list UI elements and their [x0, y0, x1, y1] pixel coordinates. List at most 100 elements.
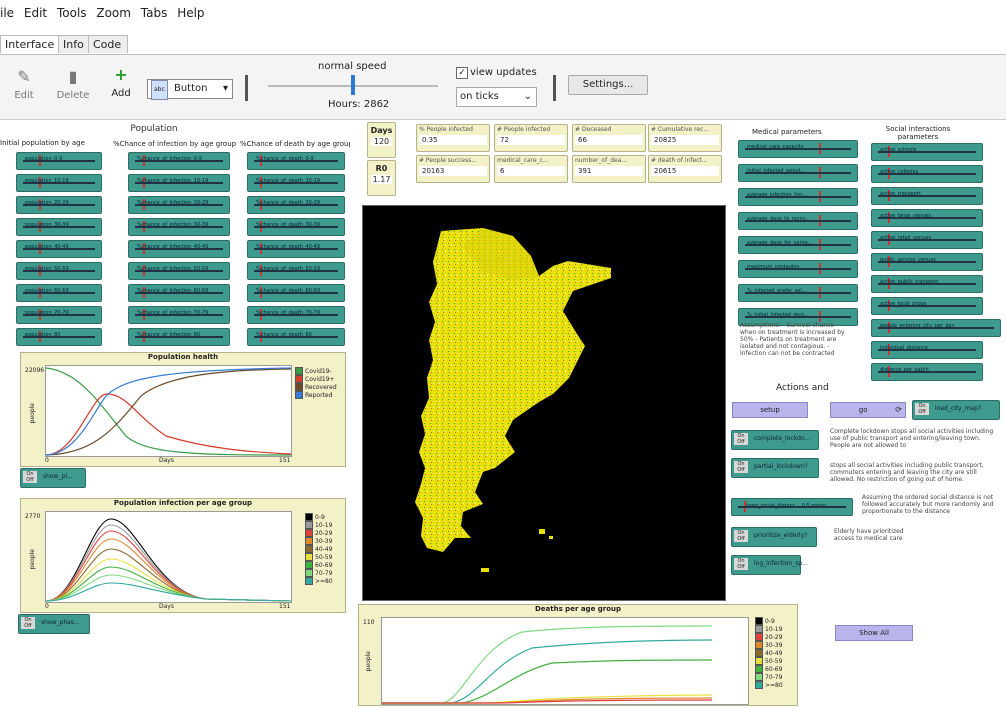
- stat-monitor: # Cumulative rec... 20825: [648, 124, 722, 152]
- complete-lockdown-switch[interactable]: On Off complete_lockdo...: [731, 430, 819, 450]
- population-slider[interactable]: population_50-59: [16, 262, 102, 280]
- population-slider[interactable]: population_60-69: [16, 284, 102, 302]
- show-all-button[interactable]: Show All: [835, 625, 913, 641]
- stat-monitor: % People infected 0.35: [416, 124, 490, 152]
- infection-chance-slider[interactable]: %chance_of_infection_50-59: [128, 262, 230, 280]
- slider-label: active_schools: [880, 147, 917, 153]
- stat-monitor: # Deceased 66: [572, 124, 646, 152]
- plot-area: [381, 617, 749, 705]
- load-city-map-switch[interactable]: On Off load_city_map?: [912, 400, 1000, 420]
- menu-tabs[interactable]: Tabs: [141, 6, 168, 20]
- show-plot-switch[interactable]: On Off show_pl...: [20, 468, 86, 488]
- social-parameter-slider[interactable]: individual_distance: [871, 341, 983, 359]
- monitor-label: # Cumulative rec...: [651, 126, 710, 133]
- tab-info[interactable]: Info: [58, 35, 92, 53]
- death-chance-slider[interactable]: %chance_of_death_60-69: [247, 284, 345, 302]
- slider-label: average_days_to_recov...: [747, 216, 810, 222]
- infection-chance-slider[interactable]: %chance_of_infection_80: [128, 328, 230, 346]
- social-parameter-slider[interactable]: active_colleges: [871, 165, 983, 183]
- infection-chance-slider[interactable]: %chance_of_infection_60-69: [128, 284, 230, 302]
- medical-parameter-slider[interactable]: average_days_to_recov...: [738, 212, 858, 230]
- population-slider[interactable]: population_10-19: [16, 174, 102, 192]
- speed-slider-handle[interactable]: [351, 75, 355, 95]
- population-slider[interactable]: population_70-79: [16, 306, 102, 324]
- assumptions-note: Assumptions: - Survival chance when on t…: [740, 322, 845, 357]
- slider-label: %chance_of_death_10-19: [256, 178, 321, 184]
- add-button[interactable]: + Add: [108, 65, 134, 99]
- population-slider[interactable]: population_30-39: [16, 218, 102, 236]
- series-20-29: [45, 530, 292, 602]
- partial-lockdown-switch[interactable]: On Off partial_lockdown?: [731, 458, 819, 478]
- menu-edit[interactable]: Edit: [24, 6, 47, 20]
- delete-button[interactable]: ▮ Delete: [54, 67, 92, 101]
- series-covid-positive: [45, 393, 292, 456]
- infection-chance-slider[interactable]: %chance_of_infection_70-79: [128, 306, 230, 324]
- world-view[interactable]: [362, 205, 726, 601]
- death-chance-slider[interactable]: %chance_of_death_10-19: [247, 174, 345, 192]
- social-parameter-slider[interactable]: active_transport: [871, 187, 983, 205]
- social-parameter-slider[interactable]: active_large_venues: [871, 209, 983, 227]
- death-chance-slider[interactable]: %chance_of_death_50-59: [247, 262, 345, 280]
- stat-monitor: # People infected 72: [494, 124, 568, 152]
- medical-parameter-slider[interactable]: %_infected_prefer_sel...: [738, 284, 858, 302]
- legend-label: 50-59: [765, 657, 783, 665]
- menu-file[interactable]: ile: [0, 6, 14, 20]
- social-parameter-slider[interactable]: active_local_shops: [871, 297, 983, 315]
- update-mode-select[interactable]: on ticks ⌄: [456, 87, 537, 107]
- medical-parameter-slider[interactable]: average_infection_tim...: [738, 188, 858, 206]
- medical-parameter-slider[interactable]: average_days_for_conta...: [738, 236, 858, 254]
- social-parameter-slider[interactable]: distance_per_patch: [871, 363, 983, 381]
- legend-swatch: [755, 665, 763, 673]
- menu-zoom[interactable]: Zoom: [96, 6, 131, 20]
- population-slider[interactable]: population_40-49: [16, 240, 102, 258]
- legend-item: 10-19: [755, 625, 783, 633]
- medical-parameter-slider[interactable]: initial_infected_popul...: [738, 164, 858, 182]
- chevron-down-icon: ⌄: [523, 91, 532, 102]
- death-chance-slider[interactable]: %chance_of_death_30-39: [247, 218, 345, 236]
- legend-item: Reported: [295, 391, 337, 399]
- log-infection-switch[interactable]: On Off log_infection_sp...: [731, 555, 808, 575]
- edit-button[interactable]: ✎ Edit: [10, 67, 38, 101]
- death-chance-slider[interactable]: %chance_of_death_70-79: [247, 306, 345, 324]
- social-parameter-slider[interactable]: public_service_venues: [871, 253, 983, 271]
- medical-parameter-slider[interactable]: medical_care_capacity: [738, 140, 858, 158]
- infection-chance-slider[interactable]: %chance_of_infection_30-39: [128, 218, 230, 236]
- deaths-curves: [382, 625, 713, 704]
- population-slider[interactable]: population_0-9: [16, 152, 102, 170]
- social-parameter-slider[interactable]: active_retail_venues: [871, 231, 983, 249]
- slider-label: maximum_contagion: [747, 264, 800, 270]
- tab-code[interactable]: Code: [88, 35, 128, 53]
- medical-parameter-slider[interactable]: maximum_contagion: [738, 260, 858, 278]
- view-updates-checkbox[interactable]: ✓: [456, 67, 468, 79]
- death-chance-slider[interactable]: %chance_of_death_40-49: [247, 240, 345, 258]
- go-button[interactable]: go ⟳: [830, 402, 906, 418]
- infection-chance-slider[interactable]: %chance_of_infection_20-29: [128, 196, 230, 214]
- population-slider[interactable]: population_20-29: [16, 196, 102, 214]
- infection-per-age-plot: Population infection per age group 2770 …: [20, 498, 346, 613]
- death-chance-slider[interactable]: %chance_of_death_80: [247, 328, 345, 346]
- social-parameter-slider[interactable]: active_schools: [871, 143, 983, 161]
- setup-button[interactable]: setup: [732, 402, 808, 418]
- infection-chance-slider[interactable]: %chance_of_infection_10-19: [128, 174, 230, 192]
- infection-chance-slider[interactable]: %chance_of_infection_40-49: [128, 240, 230, 258]
- legend-label: 20-29: [315, 529, 333, 537]
- plot-legend: Covid19- Covid19+ Recovered Reported: [295, 367, 337, 399]
- infection-chance-slider[interactable]: %chance_of_infection_0-9: [128, 152, 230, 170]
- menu-tools[interactable]: Tools: [57, 6, 87, 20]
- show-phase-switch[interactable]: On Off show_phas...: [18, 614, 90, 634]
- legend-item: 50-59: [305, 553, 333, 561]
- tab-interface[interactable]: Interface: [0, 35, 60, 53]
- prioritize-elderly-switch[interactable]: On Off prioritize_elderly?: [731, 527, 817, 547]
- death-chance-slider[interactable]: %chance_of_death_0-9: [247, 152, 345, 170]
- legend-label: 0-9: [315, 513, 325, 521]
- social-parameter-slider[interactable]: active_public_transport: [871, 275, 983, 293]
- menu-help[interactable]: Help: [177, 6, 204, 20]
- population-slider[interactable]: population_80: [16, 328, 102, 346]
- social-parameter-slider[interactable]: people_entering_city_per_day: [871, 319, 1001, 337]
- legend-item: 30-39: [755, 641, 783, 649]
- settings-button[interactable]: Settings...: [568, 75, 648, 95]
- keep-social-distance-slider[interactable]: keep_social_distanc... 0.5 meter: [731, 498, 853, 516]
- widget-type-select[interactable]: abc Button ▾: [147, 79, 233, 100]
- death-chance-slider[interactable]: %chance_of_death_20-29: [247, 196, 345, 214]
- legend-label: 50-59: [315, 553, 333, 561]
